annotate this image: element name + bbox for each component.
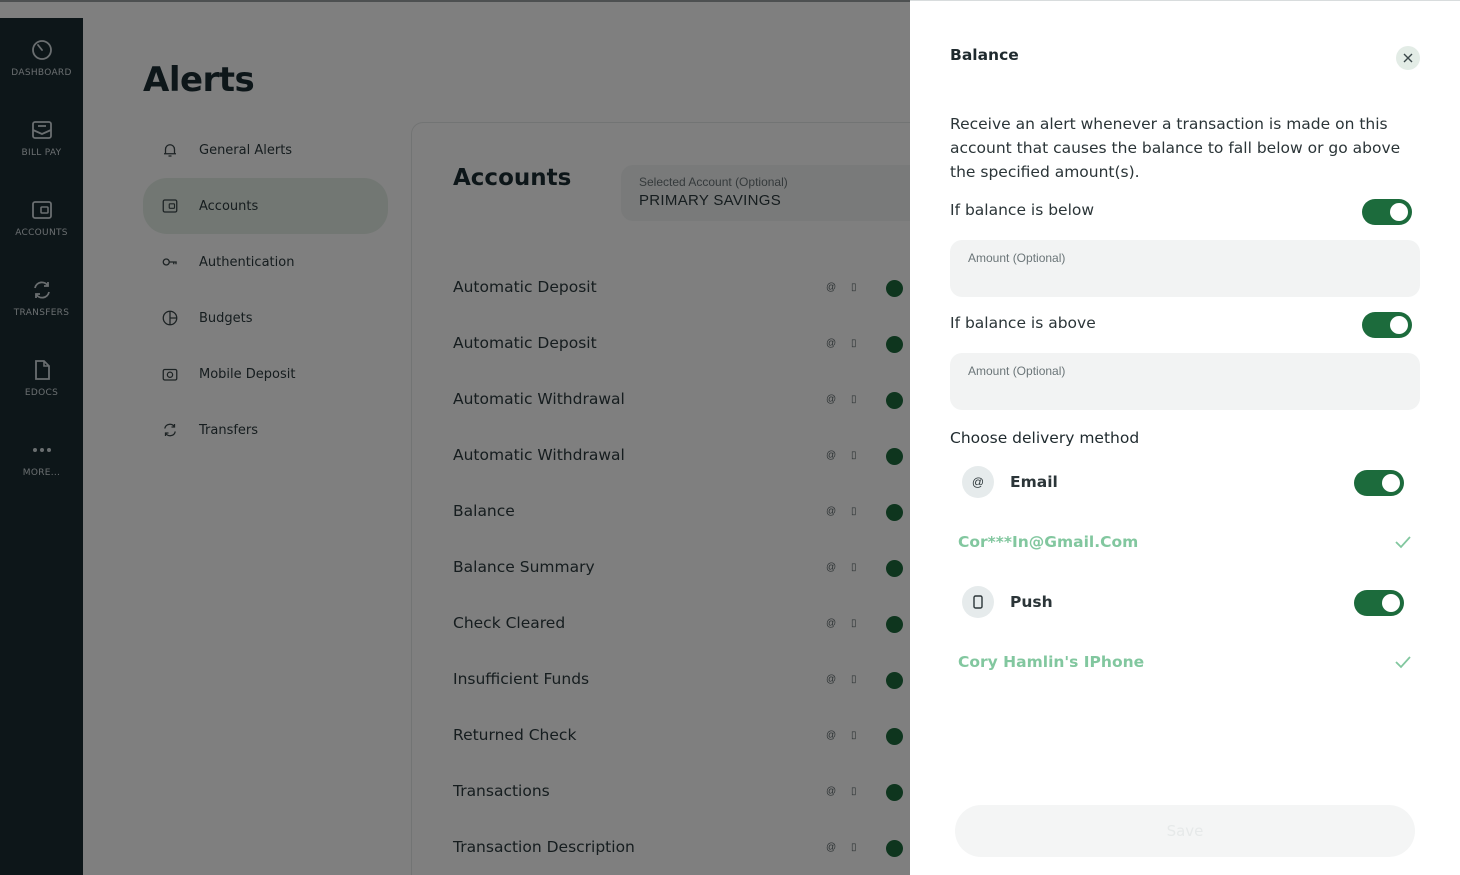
phone-icon <box>973 595 983 609</box>
close-icon <box>1403 53 1413 63</box>
toggle-knob <box>1382 474 1400 492</box>
close-button[interactable] <box>1396 46 1420 70</box>
toggle-knob <box>1390 316 1408 334</box>
toggle-knob <box>1382 594 1400 612</box>
below-amount-placeholder: Amount (Optional) <box>968 251 1066 265</box>
push-toggle[interactable] <box>1354 590 1404 616</box>
delivery-heading: Choose delivery method <box>950 429 1140 447</box>
below-amount-field[interactable]: Amount (Optional) <box>950 240 1420 297</box>
at-sign-icon: @ <box>971 475 985 489</box>
email-method-icon: @ <box>962 466 994 498</box>
balance-alert-drawer: Balance Receive an alert whenever a tran… <box>910 0 1460 875</box>
push-destination[interactable]: Cory Hamlin's IPhone <box>958 653 1144 671</box>
check-icon <box>1395 656 1411 669</box>
above-amount-field[interactable]: Amount (Optional) <box>950 353 1420 410</box>
modal-overlay[interactable] <box>0 0 910 875</box>
drawer-title: Balance <box>950 46 1019 64</box>
push-method-label: Push <box>1010 593 1053 611</box>
below-label: If balance is below <box>950 201 1095 219</box>
email-method-label: Email <box>1010 473 1058 491</box>
drawer-description: Receive an alert whenever a transaction … <box>950 115 1401 181</box>
push-method-icon <box>962 586 994 618</box>
toggle-knob <box>1390 203 1408 221</box>
above-label: If balance is above <box>950 314 1096 332</box>
below-toggle[interactable] <box>1362 199 1412 225</box>
email-toggle[interactable] <box>1354 470 1404 496</box>
save-button[interactable]: Save <box>955 805 1415 857</box>
email-destination[interactable]: Cor***In@Gmail.Com <box>958 533 1138 551</box>
above-toggle[interactable] <box>1362 312 1412 338</box>
check-icon <box>1395 536 1411 549</box>
above-amount-placeholder: Amount (Optional) <box>968 364 1066 378</box>
